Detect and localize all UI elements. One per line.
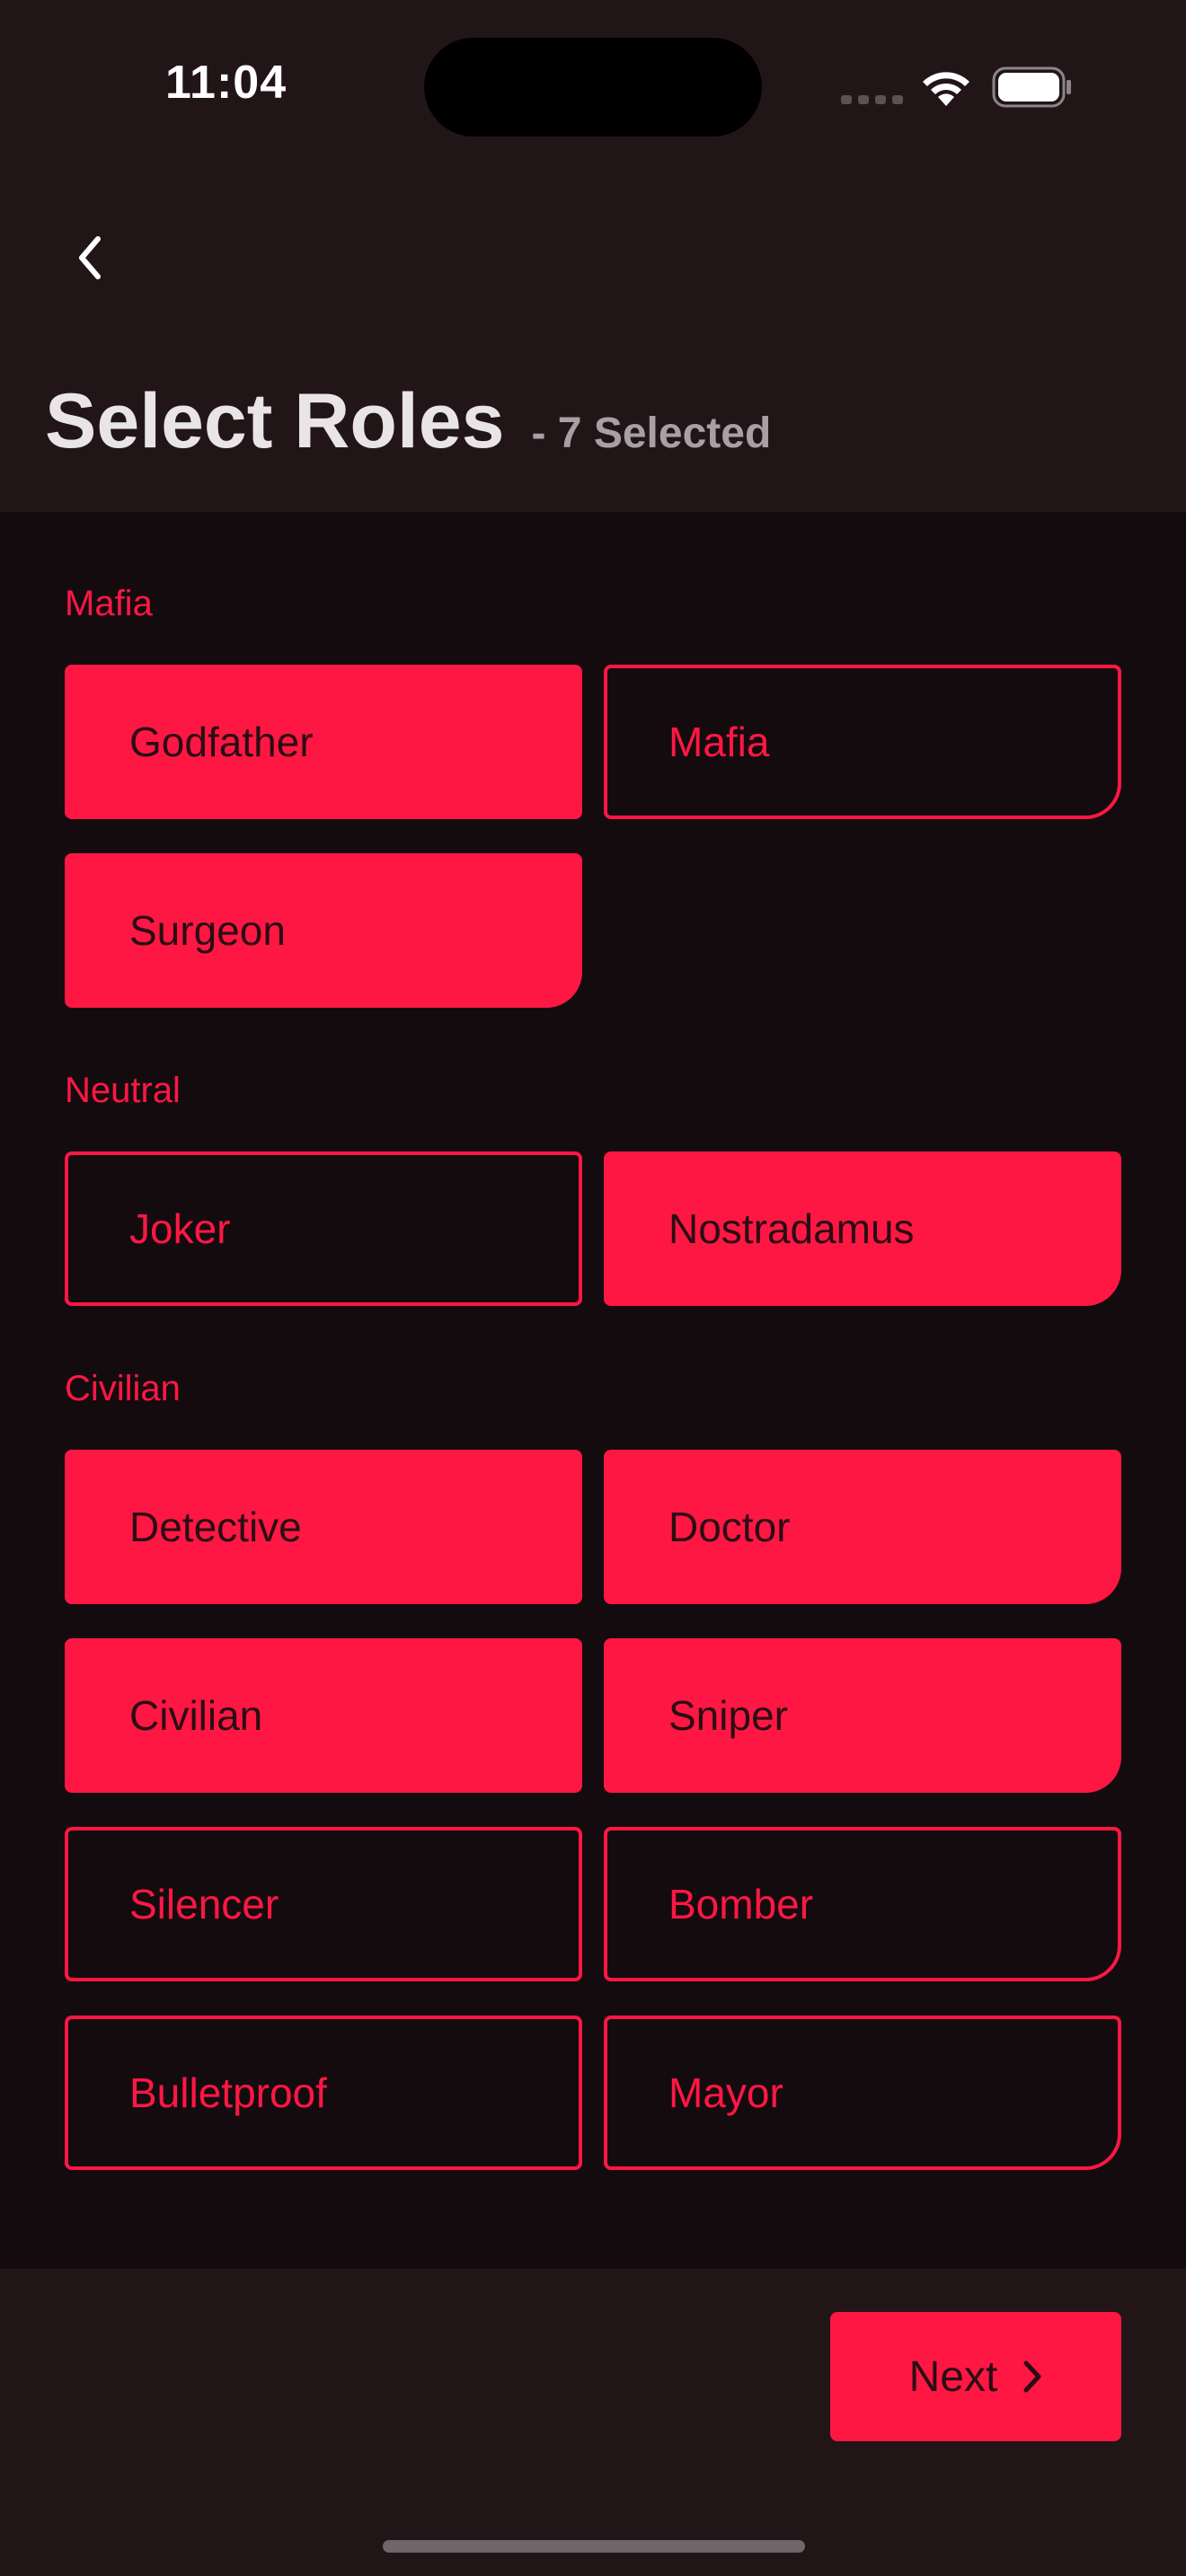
role-chip-label: Joker [129, 1205, 231, 1252]
role-chip-label: Civilian [129, 1692, 263, 1739]
home-indicator [383, 2540, 805, 2553]
section-label-mafia: Mafia [65, 584, 153, 623]
back-button[interactable] [63, 226, 117, 289]
role-chip-nostradamus[interactable]: Nostradamus [604, 1151, 1121, 1306]
battery-icon [992, 66, 1071, 108]
role-chip-mayor[interactable]: Mayor [604, 2016, 1121, 2170]
status-time: 11:04 [165, 57, 288, 109]
role-chip-label: Sniper [668, 1692, 788, 1739]
role-chip-silencer[interactable]: Silencer [65, 1827, 582, 1981]
wifi-icon [923, 72, 969, 106]
page-title: Select Roles [45, 378, 505, 464]
role-chip-label: Detective [129, 1504, 302, 1550]
section-label-neutral: Neutral [65, 1071, 181, 1110]
role-chip-label: Bomber [668, 1881, 814, 1928]
selected-count: - 7 Selected [531, 410, 772, 457]
cellular-signal-icon [841, 95, 903, 104]
next-button-label: Next [908, 2352, 998, 2401]
role-chip-surgeon[interactable]: Surgeon [65, 853, 582, 1008]
role-chip-label: Godfather [129, 719, 314, 765]
role-chip-label: Bulletproof [129, 2069, 327, 2116]
dynamic-island [424, 38, 762, 137]
section-label-civilian: Civilian [65, 1369, 181, 1408]
role-chip-godfather[interactable]: Godfather [65, 665, 582, 819]
top-bar: 11:04 Select Roles - 7 Selected [0, 0, 1186, 512]
role-chip-label: Silencer [129, 1881, 279, 1928]
role-chip-label: Mayor [668, 2069, 783, 2116]
role-chip-label: Doctor [668, 1504, 791, 1550]
role-chip-mafia[interactable]: Mafia [604, 665, 1121, 819]
role-chip-doctor[interactable]: Doctor [604, 1450, 1121, 1604]
next-button[interactable]: Next [830, 2312, 1121, 2441]
chevron-right-icon [1023, 2360, 1041, 2393]
title-row: Select Roles - 7 Selected [45, 377, 771, 466]
role-chip-label: Nostradamus [668, 1205, 915, 1252]
role-chip-bomber[interactable]: Bomber [604, 1827, 1121, 1981]
role-chip-detective[interactable]: Detective [65, 1450, 582, 1604]
role-chip-civilian[interactable]: Civilian [65, 1638, 582, 1793]
role-chip-label: Surgeon [129, 907, 286, 954]
role-chip-joker[interactable]: Joker [65, 1151, 582, 1306]
role-chip-sniper[interactable]: Sniper [604, 1638, 1121, 1793]
chevron-left-icon [79, 236, 101, 279]
role-chip-bulletproof[interactable]: Bulletproof [65, 2016, 582, 2170]
role-chip-label: Mafia [668, 719, 770, 765]
